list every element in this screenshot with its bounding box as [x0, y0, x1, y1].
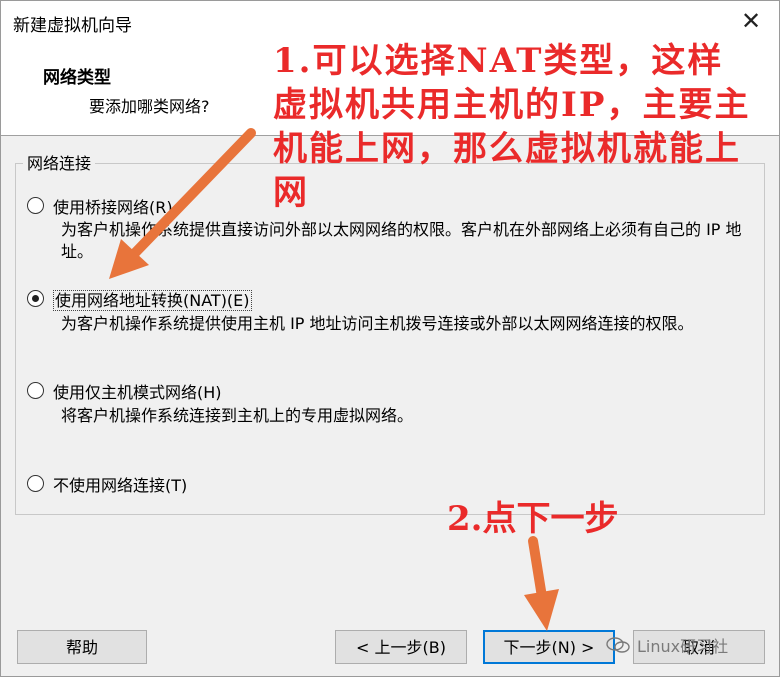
arrow-to-next-icon — [524, 536, 559, 631]
close-icon[interactable]: ✕ — [735, 5, 767, 37]
nat-description: 为客户机操作系统提供使用主机 IP 地址访问主机拨号连接或外部以太网网络连接的权… — [61, 314, 694, 333]
title-bar: 新建虚拟机向导 ✕ — [1, 1, 779, 41]
host-only-description: 将客户机操作系统连接到主机上的专用虚拟网络。 — [61, 406, 414, 425]
wizard-window: 新建虚拟机向导 ✕ 网络类型 要添加哪类网络? 网络连接 使用桥接网络(R) 为… — [0, 0, 780, 677]
radio-button[interactable] — [27, 197, 44, 214]
radio-label-host-only: 使用仅主机模式网络(H) — [53, 383, 222, 402]
wechat-icon — [606, 637, 630, 653]
next-button[interactable]: 下一步(N) > — [483, 630, 615, 664]
back-button[interactable]: < 上一步(B) — [335, 630, 467, 664]
watermark: Linux研习社 — [605, 633, 728, 657]
page-subtitle: 要添加哪类网络? — [89, 97, 210, 116]
radio-label-no-network: 不使用网络连接(T) — [53, 476, 188, 495]
watermark-text: Linux研习社 — [637, 637, 729, 656]
bridged-description: 为客户机操作系统提供直接访问外部以太网网络的权限。客户机在外部网络上必须有自己的… — [61, 220, 742, 261]
radio-label-bridged: 使用桥接网络(R) — [53, 198, 173, 217]
window-title: 新建虚拟机向导 — [13, 16, 132, 36]
page-title: 网络类型 — [43, 68, 111, 88]
radio-label-nat: 使用网络地址转换(NAT)(E) — [53, 290, 252, 311]
help-button[interactable]: 帮助 — [17, 630, 147, 664]
radio-label-nat-wrap: 使用网络地址转换(NAT)(E) — [53, 287, 252, 311]
radio-button[interactable] — [27, 382, 44, 399]
radio-dot-icon — [31, 294, 39, 302]
annotation-note-2: 2.点下一步 — [447, 499, 619, 539]
group-label: 网络连接 — [23, 150, 96, 174]
radio-button[interactable] — [27, 475, 44, 492]
annotation-note-1: 1.可以选择NAT类型，这样虚拟机共用主机的IP，主要主机能上网，那么虚拟机就能… — [273, 41, 751, 213]
radio-button-selected[interactable] — [27, 290, 44, 307]
